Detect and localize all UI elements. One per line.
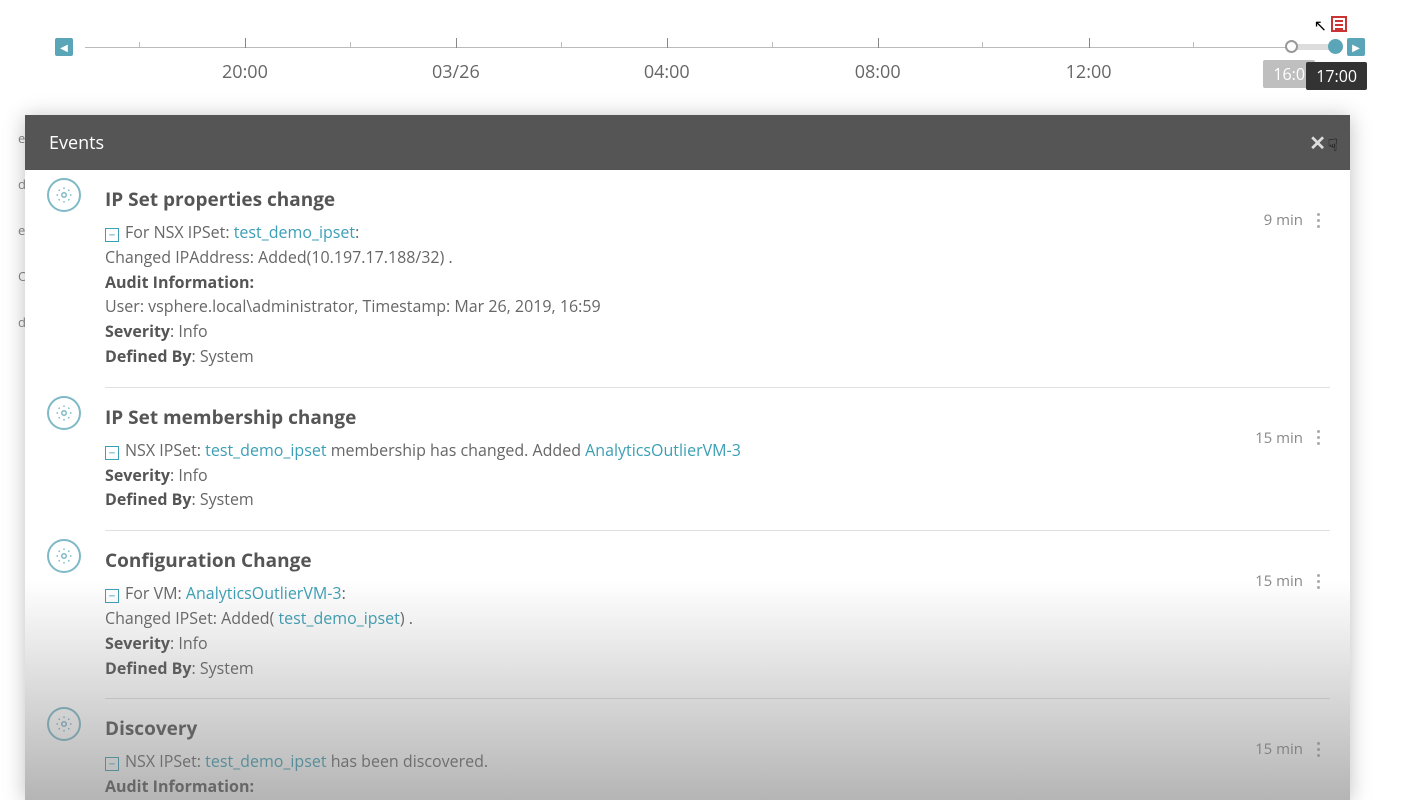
event-item: IP Set properties change −For NSX IPSet:… xyxy=(105,170,1330,388)
event-title: IP Set membership change xyxy=(105,404,1240,430)
event-defined-by: Defined By: System xyxy=(105,487,1240,512)
event-title: IP Set properties change xyxy=(105,186,1240,212)
close-icon[interactable]: ✕ xyxy=(1309,129,1326,156)
timeline-tick-label: 08:00 xyxy=(855,60,901,84)
panel-title: Events xyxy=(49,131,104,155)
timeline-next-button[interactable]: ▶ xyxy=(1347,38,1365,56)
events-panel: Events ✕ ☟ IP Set properties change −For… xyxy=(25,115,1350,800)
gear-circle-icon xyxy=(47,396,81,430)
gear-circle-icon xyxy=(47,539,81,573)
event-detail-line: Changed IPSet: Added( test_demo_ipset) . xyxy=(105,606,1240,631)
event-detail-line: −NSX IPSet: test_demo_ipset membership h… xyxy=(105,438,1240,463)
event-audit-text: User: vsphere.local\administrator, Times… xyxy=(105,294,1240,319)
event-item: IP Set membership change −NSX IPSet: tes… xyxy=(105,388,1330,531)
collapse-icon[interactable]: − xyxy=(105,446,119,460)
event-defined-by: Defined By: System xyxy=(105,344,1240,369)
timeline-tick-label: 12:00 xyxy=(1066,60,1112,84)
gear-circle-icon xyxy=(47,707,81,741)
event-severity: Severity: Info xyxy=(105,319,1240,344)
timeline-range-end-handle[interactable] xyxy=(1328,39,1343,54)
panel-header: Events ✕ ☟ xyxy=(25,115,1350,170)
entity-link[interactable]: test_demo_ipset xyxy=(205,439,326,461)
entity-link[interactable]: AnalyticsOutlierVM-3 xyxy=(585,439,741,461)
timeline-tick-label: 04:00 xyxy=(644,60,690,84)
cursor-icon: ↖ xyxy=(1314,14,1327,36)
event-audit-label: Audit Information: xyxy=(105,774,1240,799)
timeline-tick-label: 03/26 xyxy=(432,60,480,84)
more-menu-icon[interactable] xyxy=(1317,574,1320,589)
timeline[interactable]: ◀ ▶ 20:00 03/26 04:00 08:00 12:00 16:0 1… xyxy=(55,30,1365,100)
event-audit-label: Audit Information: xyxy=(105,270,1240,295)
event-severity: Severity: Info xyxy=(105,463,1240,488)
events-list[interactable]: IP Set properties change −For NSX IPSet:… xyxy=(25,170,1350,800)
event-age: 9 min xyxy=(1264,210,1303,230)
timeline-track[interactable] xyxy=(85,47,1335,48)
event-detail-line: −For VM: AnalyticsOutlierVM-3: xyxy=(105,581,1240,606)
more-menu-icon[interactable] xyxy=(1317,213,1320,228)
list-icon[interactable] xyxy=(1331,16,1347,32)
event-title: Discovery xyxy=(105,715,1240,741)
collapse-icon[interactable]: − xyxy=(105,589,119,603)
entity-link[interactable]: test_demo_ipset xyxy=(278,607,399,629)
event-title: Configuration Change xyxy=(105,547,1240,573)
event-detail-line: −NSX IPSet: test_demo_ipset has been dis… xyxy=(105,749,1240,774)
event-age: 15 min xyxy=(1255,571,1303,591)
collapse-icon[interactable]: − xyxy=(105,757,119,771)
entity-link[interactable]: test_demo_ipset xyxy=(234,221,355,243)
event-defined-by: Defined By: System xyxy=(105,656,1240,681)
timeline-end-badge: 17:00 xyxy=(1306,62,1367,90)
timeline-prev-button[interactable]: ◀ xyxy=(55,38,73,56)
more-menu-icon[interactable] xyxy=(1317,430,1320,445)
timeline-range-start-handle[interactable] xyxy=(1285,40,1298,53)
entity-link[interactable]: test_demo_ipset xyxy=(205,750,326,772)
event-severity: Severity: Info xyxy=(105,631,1240,656)
gear-circle-icon xyxy=(47,178,81,212)
event-age: 15 min xyxy=(1255,428,1303,448)
entity-link[interactable]: AnalyticsOutlierVM-3 xyxy=(186,582,342,604)
more-menu-icon[interactable] xyxy=(1317,742,1320,757)
event-item: Configuration Change −For VM: AnalyticsO… xyxy=(105,531,1330,699)
hand-cursor-icon: ☟ xyxy=(1328,133,1338,156)
timeline-tick-label: 20:00 xyxy=(222,60,268,84)
event-item: Discovery −NSX IPSet: test_demo_ipset ha… xyxy=(105,699,1330,800)
collapse-icon[interactable]: − xyxy=(105,228,119,242)
event-detail-line: Changed IPAddress: Added(10.197.17.188/3… xyxy=(105,245,1240,270)
event-detail-line: −For NSX IPSet: test_demo_ipset: xyxy=(105,220,1240,245)
event-age: 15 min xyxy=(1255,739,1303,759)
